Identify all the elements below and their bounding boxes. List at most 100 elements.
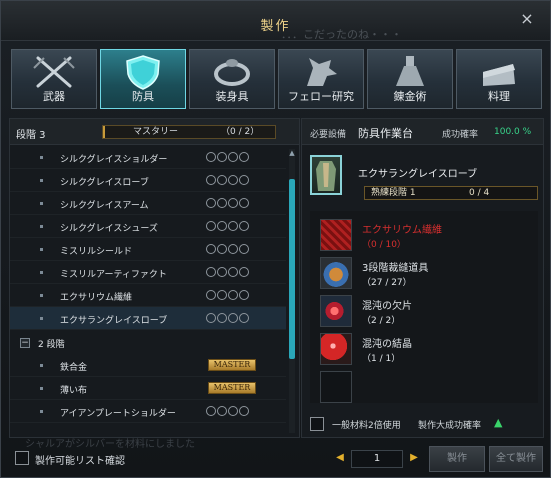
list-item[interactable]: シルクグレイスアーム [10, 192, 286, 215]
bullet [40, 294, 43, 297]
double-material-option: 一般材料2倍使用 製作大成功確率 ▲ [310, 416, 538, 434]
quantity-field[interactable]: 1 [351, 450, 403, 468]
mastery-circles [206, 198, 250, 209]
collapse-icon[interactable]: − [20, 338, 30, 348]
crafting-window: 製作 ．．．こだったのね・・・ × 武器 防具 装身具 フェロー研究 錬金術 料… [0, 0, 551, 478]
list-item-selected[interactable]: エクサラングレイスローブ [10, 307, 286, 330]
material-count: （27 / 27） [362, 278, 412, 288]
bullet [40, 248, 43, 251]
proficiency-label: 熟練段階 1 [371, 188, 416, 198]
material-name: エクサリウム繊維 [362, 225, 442, 236]
robe-icon-graphic [316, 161, 336, 191]
craftable-list-label: 製作可能リスト確認 [35, 456, 125, 467]
materials-list: エクサリウム繊維 （0 / 10） 3段階裁縫道具 （27 / 27） 混沌の欠… [310, 211, 538, 403]
close-button[interactable]: × [518, 10, 536, 28]
recipe-name: シルクグレイスアーム [60, 201, 149, 211]
increase-arrow-icon[interactable]: ▶ [409, 451, 419, 465]
list-item[interactable]: 鉄合金 MASTER [10, 354, 286, 377]
bullet [40, 410, 43, 413]
material-item[interactable]: エクサリウム繊維 （0 / 10） [318, 217, 538, 253]
recipe-name: 鉄合金 [60, 363, 88, 373]
list-item[interactable]: シルクグレイスショルダー [10, 146, 286, 169]
double-material-checkbox[interactable] [310, 417, 324, 431]
decrease-arrow-icon[interactable]: ◀ [335, 451, 345, 465]
tab-armor[interactable]: 防具 [100, 49, 186, 109]
tab-label: 武器 [43, 90, 65, 103]
bullet [40, 179, 43, 182]
recipe-name: シルクグレイスショルダー [60, 155, 168, 165]
product-info: エクサラングレイスローブ 熟練段階 1 0 / 4 [310, 155, 538, 205]
cake-icon [483, 64, 515, 86]
tier-label: 段階 3 [16, 130, 46, 141]
list-item[interactable]: シルクグレイスシューズ [10, 215, 286, 238]
station-label: 必要設備 [310, 130, 347, 140]
craftable-list-checkbox[interactable] [15, 451, 29, 465]
recipe-detail-panel: 必要設備 防具作業台 成功確率 100.0 % エクサラングレイスローブ 熟練段… [301, 118, 544, 438]
mastery-circles [206, 406, 250, 417]
tab-label: フェロー研究 [288, 90, 354, 103]
chaos-crystal-icon [320, 333, 352, 365]
tier-header: 段階 3 マスタリー （0 / 2） [10, 119, 299, 145]
mastery-value: （0 / 2） [221, 127, 260, 137]
list-item[interactable]: ミスリルシールド [10, 238, 286, 261]
scroll-up-icon[interactable]: ▲ [288, 149, 296, 157]
material-item-empty [318, 369, 538, 405]
success-rate-label: 成功確率 [442, 130, 479, 140]
material-item[interactable]: 混沌の欠片 （2 / 2） [318, 293, 538, 329]
recipe-name: ミスリルアーティファクト [60, 270, 167, 280]
great-success-label: 製作大成功確率 [418, 421, 482, 431]
mastery-circles [206, 313, 250, 324]
tab-accessories[interactable]: 装身具 [189, 49, 275, 109]
scrollbar-thumb[interactable] [289, 179, 295, 359]
bullet [40, 271, 43, 274]
tab-fellow-research[interactable]: フェロー研究 [278, 49, 364, 109]
material-item[interactable]: 混沌の結晶 （1 / 1） [318, 331, 538, 367]
title-bar[interactable]: 製作 ．．．こだったのね・・・ × [1, 1, 550, 41]
craft-button[interactable]: 製作 [429, 446, 485, 472]
material-count: （2 / 2） [362, 316, 401, 326]
recipe-name: エクサラングレイスローブ [60, 316, 168, 326]
list-item[interactable]: アイアンプレートショルダー [10, 400, 286, 423]
tab-label: 防具 [132, 90, 154, 103]
list-item[interactable]: ミスリルアーティファクト [10, 261, 286, 284]
recipe-name: シルクグレイスローブ [60, 178, 149, 188]
crossed-swords-icon [33, 56, 75, 88]
bullet [40, 156, 43, 159]
recipe-name: ミスリルシールド [60, 247, 133, 257]
group-label: 2 段階 [38, 340, 65, 350]
list-item[interactable]: シルクグレイスローブ [10, 169, 286, 192]
tab-label: 料理 [488, 90, 510, 103]
flask-icon [396, 56, 424, 86]
product-name: エクサラングレイスローブ [358, 169, 478, 180]
recipe-name: 薄い布 [60, 386, 88, 396]
success-rate-value: 100.0 % [494, 127, 532, 137]
material-name: 混沌の結晶 [362, 339, 412, 350]
recipe-name: アイアンプレートショルダー [60, 409, 176, 419]
bullet [40, 225, 43, 228]
material-count: （0 / 10） [362, 240, 406, 250]
list-item[interactable]: エクサリウム繊維 [10, 284, 286, 307]
sewing-kit-icon [320, 257, 352, 289]
bullet [40, 202, 43, 205]
station-name: 防具作業台 [358, 127, 413, 140]
mastery-circles [206, 175, 250, 186]
bullet [40, 317, 43, 320]
mastery-circles [206, 290, 250, 301]
robe-icon[interactable] [310, 155, 342, 195]
recipe-list: シルクグレイスショルダー シルクグレイスローブ シルクグレイスアーム シルクグレ… [10, 146, 286, 438]
tab-cooking[interactable]: 料理 [456, 49, 542, 109]
mastery-circles [206, 267, 250, 278]
proficiency-bar: 熟練段階 1 0 / 4 [364, 186, 538, 200]
tier-group-header[interactable]: − 2 段階 [10, 332, 286, 354]
tab-weapons[interactable]: 武器 [11, 49, 97, 109]
list-item[interactable]: 薄い布 MASTER [10, 377, 286, 400]
mastery-circles [206, 221, 250, 232]
material-item[interactable]: 3段階裁縫道具 （27 / 27） [318, 255, 538, 291]
recipe-name: シルクグレイスシューズ [60, 224, 158, 234]
tab-label: 装身具 [215, 90, 249, 103]
tab-alchemy[interactable]: 錬金術 [367, 49, 453, 109]
material-count: （1 / 1） [362, 354, 401, 364]
category-tabs: 武器 防具 装身具 フェロー研究 錬金術 料理 [11, 49, 542, 113]
bottom-bar: シャルアがシルバーを材料にしました 製作可能リスト確認 ◀ 1 ▶ 製作 全て製… [1, 439, 550, 477]
craft-all-button[interactable]: 全て製作 [489, 446, 543, 472]
